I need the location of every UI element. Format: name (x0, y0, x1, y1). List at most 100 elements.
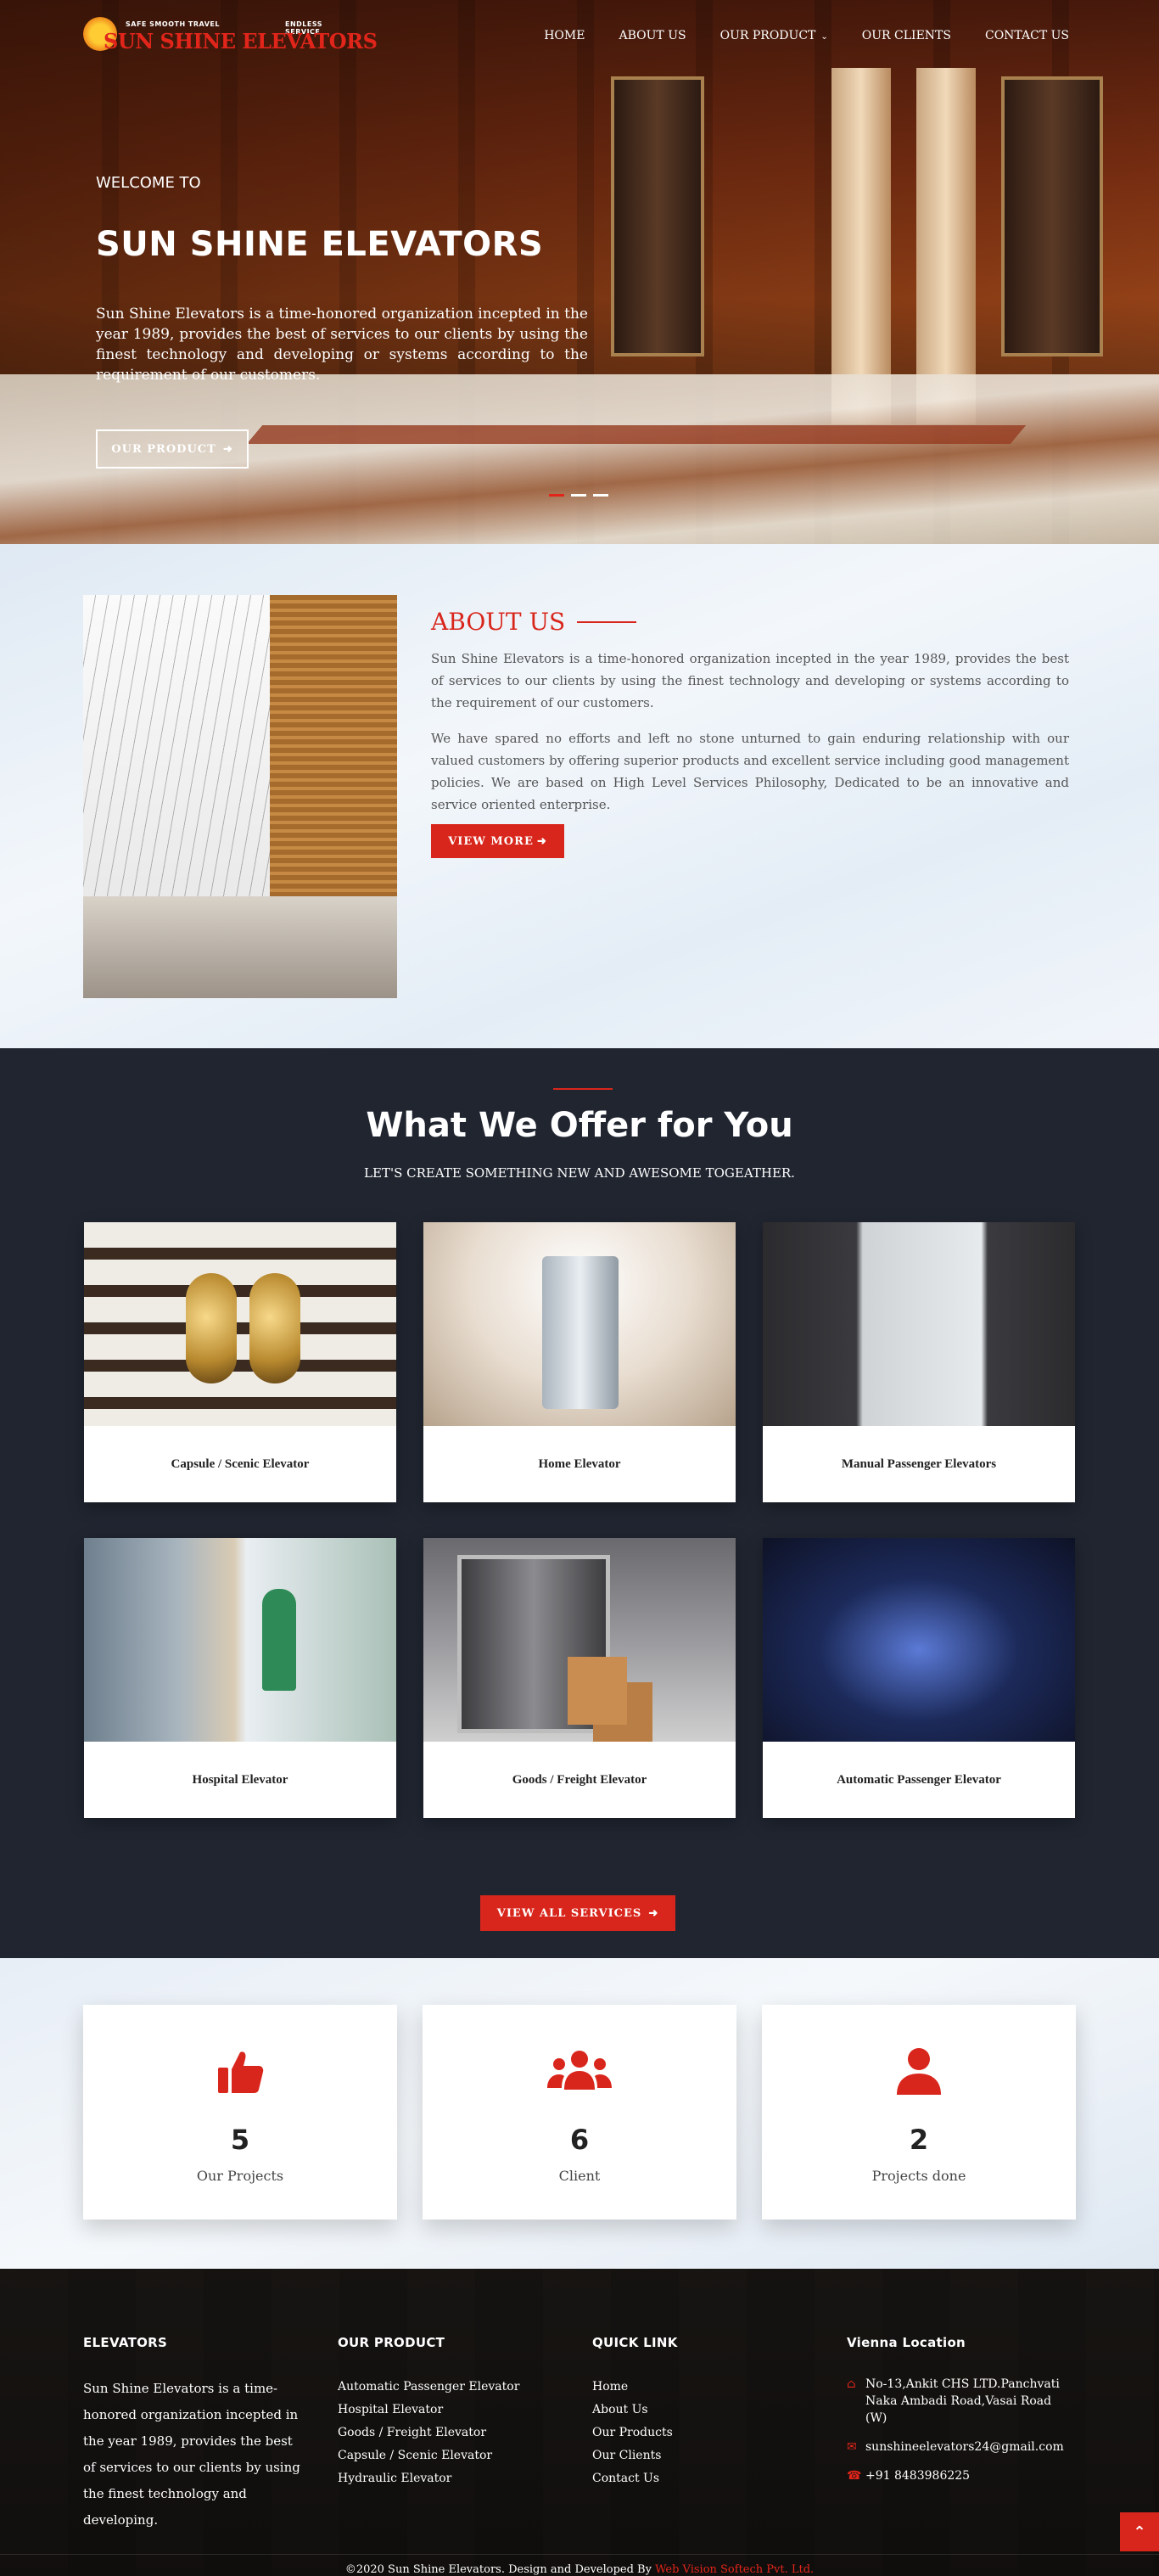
service-card[interactable]: Goods / Freight Elevator (423, 1538, 736, 1818)
footer-link[interactable]: Contact Us (592, 2467, 678, 2490)
nav-contact-us[interactable]: CONTACT US (985, 29, 1069, 42)
nav-our-product[interactable]: OUR PRODUCT ⌄ (720, 29, 828, 42)
nav-about-us[interactable]: ABOUT US (619, 29, 686, 42)
footer-product-links: Automatic Passenger Elevator Hospital El… (338, 2376, 519, 2490)
stat-label: Client (558, 2168, 601, 2184)
main-nav: SAFE SMOOTH TRAVEL ENDLESS SERVICE SUN S… (0, 0, 1159, 75)
users-icon (547, 2051, 612, 2090)
about-section: ABOUT US Sun Shine Elevators is a time-h… (0, 544, 1159, 1048)
footer-products-column: OUR PRODUCT Automatic Passenger Elevator… (338, 2335, 519, 2490)
footer-link[interactable]: Hospital Elevator (338, 2399, 519, 2422)
nav-our-product-label: OUR PRODUCT (719, 29, 816, 42)
nav-our-clients[interactable]: OUR CLIENTS (862, 29, 951, 42)
floor (83, 896, 397, 998)
home-elevator-image (423, 1222, 736, 1426)
logo-brand-name: SUN SHINE ELEVATORS (104, 29, 378, 53)
section-divider (553, 1088, 613, 1090)
service-card-label: Capsule / Scenic Elevator (171, 1456, 310, 1471)
site-logo[interactable]: SAFE SMOOTH TRAVEL ENDLESS SERVICE SUN S… (83, 15, 378, 58)
footer-contact-column: Vienna Location ⌂ No-13,Ankit CHS LTD.Pa… (847, 2335, 1069, 2496)
stat-card: 6 Client (423, 2005, 736, 2220)
footer-link[interactable]: Hydraulic Elevator (338, 2467, 519, 2490)
developer-link[interactable]: Web Vision Softech Pvt. Ltd. (655, 2563, 814, 2576)
capsule-elevator-image (84, 1222, 396, 1426)
offer-section: What We Offer for You LET'S CREATE SOMET… (0, 1048, 1159, 1958)
view-more-label: VIEW MORE (448, 834, 534, 848)
footer-quicklink-column: QUICK LINK Home About Us Our Products Ou… (592, 2335, 678, 2490)
footer-link[interactable]: Home (592, 2376, 678, 2399)
slider-dot[interactable] (571, 494, 586, 497)
footer-link[interactable]: Automatic Passenger Elevator (338, 2376, 519, 2399)
arrow-right-icon: ➜ (648, 1906, 659, 1920)
footer-column-title: QUICK LINK (592, 2335, 678, 2350)
stat-value: 6 (569, 2124, 590, 2156)
service-card-label: Hospital Elevator (192, 1772, 288, 1787)
service-card[interactable]: Capsule / Scenic Elevator (84, 1222, 396, 1502)
footer-column-title: Vienna Location (847, 2335, 966, 2350)
copyright-bar: ©2020 Sun Shine Elevators. Design and De… (0, 2554, 1159, 2576)
our-product-button[interactable]: OUR PRODUCT ➜ (96, 429, 249, 469)
email-text: sunshineelevators24@gmail.com (865, 2440, 1064, 2454)
offer-subtitle: LET'S CREATE SOMETHING NEW AND AWESOME T… (364, 1165, 795, 1181)
chevron-up-icon: ⌃ (1133, 2523, 1146, 2541)
footer-phone[interactable]: ☎ +91 8483986225 (847, 2467, 1069, 2484)
footer-column-title: ELEVATORS (83, 2335, 168, 2350)
about-image (83, 595, 397, 998)
footer-link[interactable]: Our Clients (592, 2444, 678, 2467)
automatic-elevator-image (763, 1538, 1075, 1742)
footer-address: ⌂ No-13,Ankit CHS LTD.Panchvati Naka Amb… (847, 2376, 1069, 2427)
envelope-icon: ✉ (847, 2440, 857, 2454)
chevron-down-icon: ⌄ (820, 32, 828, 42)
arrow-right-icon: ➜ (222, 442, 233, 456)
arrow-right-icon: ➜ (536, 834, 547, 848)
view-all-services-label: VIEW ALL SERVICES (496, 1906, 642, 1920)
address-text: No-13,Ankit CHS LTD.Panchvati Naka Ambad… (865, 2377, 1060, 2425)
stat-label: Projects done (871, 2168, 966, 2184)
stat-value: 5 (230, 2124, 250, 2156)
goods-elevator-image (423, 1538, 736, 1742)
stats-section: 5 Our Projects 6 Client 2 Projects done (0, 1958, 1159, 2269)
stat-value: 2 (909, 2124, 929, 2156)
footer-link[interactable]: About Us (592, 2399, 678, 2422)
site-footer: ELEVATORS Sun Shine Elevators is a time-… (0, 2269, 1159, 2576)
elevator-door-image (611, 76, 704, 356)
manual-elevator-image (763, 1222, 1075, 1426)
thumbs-up-icon (218, 2051, 264, 2093)
footer-email[interactable]: ✉ sunshineelevators24@gmail.com (847, 2439, 1069, 2455)
service-card-label: Goods / Freight Elevator (512, 1772, 647, 1787)
title-underline (577, 620, 637, 623)
about-paragraph-1: Sun Shine Elevators is a time-honored or… (431, 651, 1069, 710)
footer-about-column: ELEVATORS Sun Shine Elevators is a time-… (83, 2335, 308, 2534)
hero-title: SUN SHINE ELEVATORS (96, 225, 544, 264)
slider-dots (549, 494, 608, 497)
copyright-text: ©2020 Sun Shine Elevators. Design and De… (344, 2563, 656, 2576)
view-more-button[interactable]: VIEW MORE ➜ (431, 824, 564, 858)
nav-home[interactable]: HOME (544, 29, 585, 42)
about-title: ABOUT US (431, 608, 637, 636)
slider-dot[interactable] (593, 494, 608, 497)
service-card-label: Manual Passenger Elevators (841, 1456, 997, 1471)
offer-title: What We Offer for You (366, 1106, 793, 1145)
scroll-to-top-button[interactable]: ⌃ (1120, 2512, 1159, 2551)
hospital-elevator-image (84, 1538, 396, 1742)
headset-icon: ☎ (847, 2469, 862, 2483)
service-card[interactable]: Home Elevator (423, 1222, 736, 1502)
slider-dot[interactable] (549, 494, 564, 497)
stat-label: Our Projects (196, 2168, 284, 2184)
logo-tagline-left: SAFE SMOOTH TRAVEL (126, 20, 220, 28)
about-paragraph-2: We have spared no efforts and left no st… (431, 731, 1069, 812)
pillar-image (831, 68, 891, 424)
footer-link[interactable]: Capsule / Scenic Elevator (338, 2444, 519, 2467)
footer-link[interactable]: Goods / Freight Elevator (338, 2422, 519, 2444)
service-card-label: Automatic Passenger Elevator (837, 1772, 1001, 1787)
hero-banner: SAFE SMOOTH TRAVEL ENDLESS SERVICE SUN S… (0, 0, 1159, 544)
stat-card: 2 Projects done (762, 2005, 1076, 2220)
service-card[interactable]: Automatic Passenger Elevator (763, 1538, 1075, 1818)
view-all-services-button[interactable]: VIEW ALL SERVICES ➜ (480, 1895, 675, 1931)
user-icon (897, 2048, 941, 2095)
service-card[interactable]: Manual Passenger Elevators (763, 1222, 1075, 1502)
home-icon: ⌂ (847, 2377, 856, 2391)
service-card[interactable]: Hospital Elevator (84, 1538, 396, 1818)
about-title-text: ABOUT US (431, 608, 566, 636)
footer-link[interactable]: Our Products (592, 2422, 678, 2444)
